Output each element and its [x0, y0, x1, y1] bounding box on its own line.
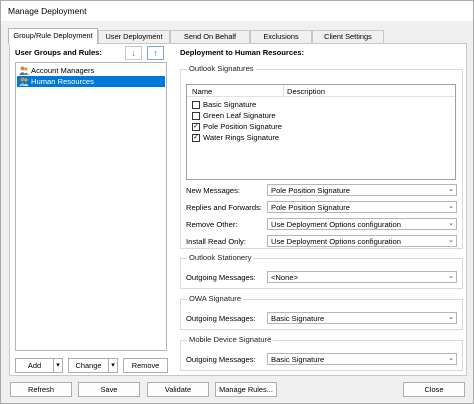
- list-item-label: Human Resources: [31, 77, 94, 86]
- outlook-signatures-label: Outlook Signatures: [187, 64, 256, 73]
- stationery-outgoing-select[interactable]: <None> ⌄: [267, 271, 457, 283]
- add-button[interactable]: Add: [15, 358, 53, 373]
- tab-exclusions[interactable]: Exclusions: [250, 30, 312, 43]
- chevron-down-icon: ⌄: [448, 186, 454, 193]
- new-messages-label: New Messages:: [186, 186, 241, 195]
- mobile-outgoing-select[interactable]: Basic Signature ⌄: [267, 353, 457, 365]
- signature-name: Water Rings Signature: [203, 133, 280, 142]
- signature-row-green-leaf[interactable]: Green Leaf Signature: [187, 111, 455, 121]
- tab-send-on-behalf[interactable]: Send On Behalf: [170, 30, 250, 43]
- remove-button[interactable]: Remove: [123, 358, 168, 373]
- chevron-down-icon: ⌄: [448, 220, 454, 227]
- grid-header: Name Description: [187, 85, 455, 97]
- validate-button[interactable]: Validate: [147, 382, 209, 397]
- signature-row-water-rings[interactable]: ✓ Water Rings Signature: [187, 133, 455, 143]
- user-groups-heading: User Groups and Rules:: [15, 48, 102, 57]
- mobile-device-signature-group: Mobile Device Signature Outgoing Message…: [180, 335, 463, 371]
- window-title: Manage Deployment: [8, 6, 87, 16]
- signature-checkbox-checked[interactable]: ✓: [192, 123, 200, 131]
- tab-panel: User Groups and Rules: ↓ ↑ Account Manag…: [9, 43, 467, 376]
- manage-deployment-window: Manage Deployment Group/Rule Deployment …: [0, 0, 474, 404]
- manage-rules-button[interactable]: Manage Rules...: [215, 382, 277, 397]
- select-value: Pole Position Signature: [271, 203, 350, 212]
- column-divider: [283, 85, 284, 97]
- select-value: Use Deployment Options configuration: [271, 237, 402, 246]
- user-groups-list[interactable]: Account Managers Human Resources: [15, 62, 167, 351]
- install-read-only-select[interactable]: Use Deployment Options configuration ⌄: [267, 235, 457, 247]
- deployment-heading: Deployment to Human Resources:: [180, 48, 305, 57]
- owa-outgoing-select[interactable]: Basic Signature ⌄: [267, 312, 457, 324]
- chevron-down-icon: ⌄: [448, 203, 454, 210]
- install-read-only-label: Install Read Only:: [186, 237, 246, 246]
- outlook-signatures-group: Outlook Signatures Name Description Basi…: [180, 64, 463, 249]
- select-value: Basic Signature: [271, 355, 325, 364]
- save-button[interactable]: Save: [78, 382, 140, 397]
- select-value: Pole Position Signature: [271, 186, 350, 195]
- signatures-grid[interactable]: Name Description Basic Signature Green L…: [186, 84, 456, 180]
- owa-signature-group: OWA Signature Outgoing Messages: Basic S…: [180, 294, 463, 330]
- remove-other-label: Remove Other:: [186, 220, 238, 229]
- title-bar: Manage Deployment: [1, 1, 473, 21]
- signature-name: Pole Position Signature: [203, 122, 282, 131]
- remove-other-select[interactable]: Use Deployment Options configuration ⌄: [267, 218, 457, 230]
- list-item-human-resources[interactable]: Human Resources: [17, 76, 165, 87]
- outlook-stationery-group: Outlook Stationery Outgoing Messages: <N…: [180, 253, 463, 289]
- owa-outgoing-label: Outgoing Messages:: [186, 314, 256, 323]
- move-down-button[interactable]: ↓: [125, 46, 142, 60]
- signature-name: Basic Signature: [203, 100, 257, 109]
- column-name-header[interactable]: Name: [192, 87, 212, 96]
- select-value: <None>: [271, 273, 299, 282]
- chevron-down-icon: ⌄: [448, 355, 454, 362]
- new-messages-select[interactable]: Pole Position Signature ⌄: [267, 184, 457, 196]
- list-item-account-managers[interactable]: Account Managers: [17, 65, 165, 76]
- chevron-down-icon: ⌄: [448, 314, 454, 321]
- tab-group-rule-deployment[interactable]: Group/Rule Deployment: [8, 28, 98, 44]
- add-dropdown-button[interactable]: ▾: [53, 358, 63, 373]
- mobile-device-signature-label: Mobile Device Signature: [187, 335, 274, 344]
- list-item-label: Account Managers: [31, 66, 95, 75]
- change-button[interactable]: Change: [68, 358, 108, 373]
- refresh-button[interactable]: Refresh: [10, 382, 72, 397]
- stationery-outgoing-label: Outgoing Messages:: [186, 273, 256, 282]
- owa-signature-label: OWA Signature: [187, 294, 244, 303]
- signature-checkbox-checked[interactable]: ✓: [192, 134, 200, 142]
- tab-user-deployment[interactable]: User Deployment: [98, 30, 170, 43]
- tab-client-settings[interactable]: Client Settings: [312, 30, 384, 43]
- signature-name: Green Leaf Signature: [203, 111, 276, 120]
- chevron-down-icon: ⌄: [448, 237, 454, 244]
- change-dropdown-button[interactable]: ▾: [108, 358, 118, 373]
- signature-checkbox[interactable]: [192, 101, 200, 109]
- mobile-outgoing-label: Outgoing Messages:: [186, 355, 256, 364]
- users-icon: [19, 66, 29, 75]
- close-button[interactable]: Close: [403, 382, 465, 397]
- signature-checkbox[interactable]: [192, 112, 200, 120]
- users-icon: [19, 77, 29, 86]
- select-value: Use Deployment Options configuration: [271, 220, 402, 229]
- column-description-header[interactable]: Description: [287, 87, 325, 96]
- signature-row-basic[interactable]: Basic Signature: [187, 100, 455, 110]
- chevron-down-icon: ⌄: [448, 273, 454, 280]
- move-up-button[interactable]: ↑: [147, 46, 164, 60]
- replies-forwards-select[interactable]: Pole Position Signature ⌄: [267, 201, 457, 213]
- signature-row-pole-position[interactable]: ✓ Pole Position Signature: [187, 122, 455, 132]
- outlook-stationery-label: Outlook Stationery: [187, 253, 254, 262]
- select-value: Basic Signature: [271, 314, 325, 323]
- replies-forwards-label: Replies and Forwards:: [186, 203, 262, 212]
